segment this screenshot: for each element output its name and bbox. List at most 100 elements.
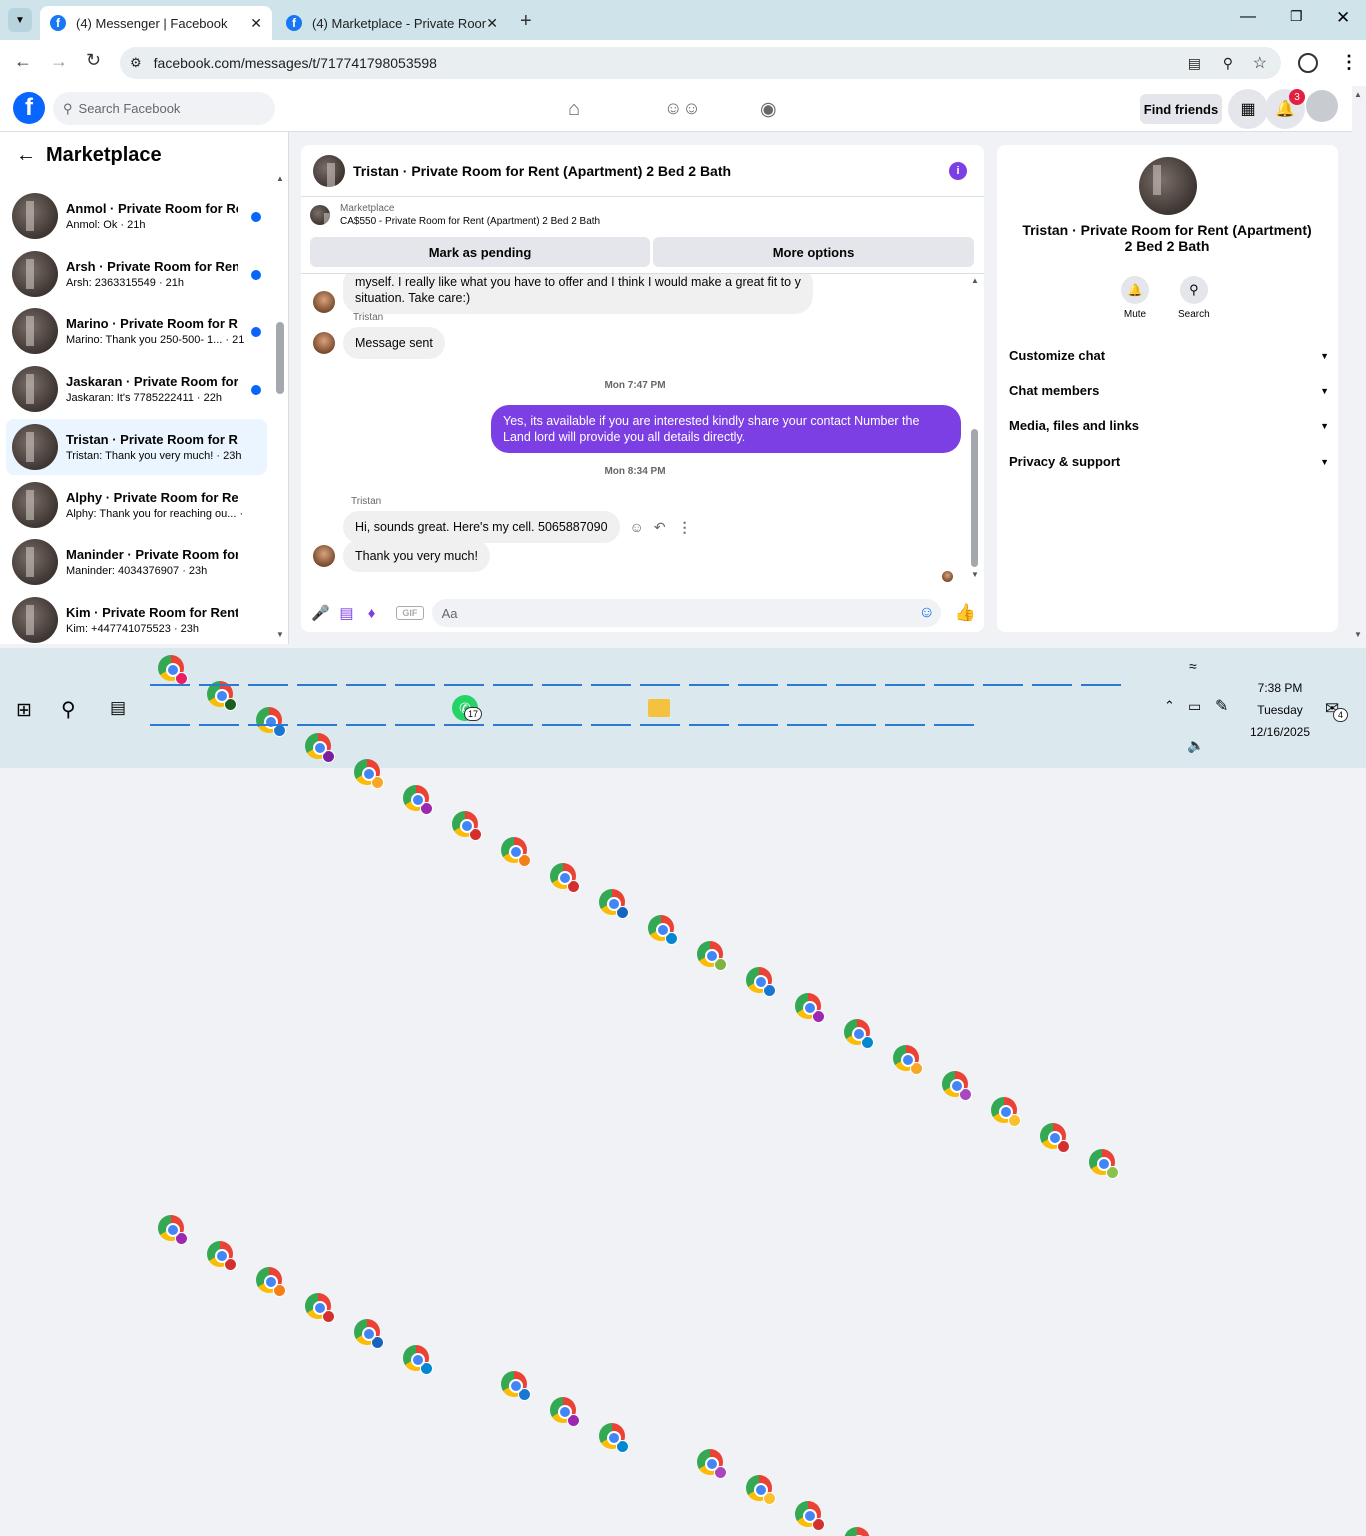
mark-pending-button[interactable]: Mark as pending xyxy=(310,237,650,267)
chrome-profile-icon[interactable] xyxy=(599,1423,629,1453)
chrome-profile-icon[interactable] xyxy=(550,1397,580,1427)
tristan-avatar[interactable] xyxy=(313,545,335,567)
react-icon[interactable]: ☺ xyxy=(630,519,644,535)
chrome-profile-icon[interactable] xyxy=(354,1319,384,1349)
search-icon[interactable]: ⚲ xyxy=(61,697,76,722)
conversation-item[interactable]: Anmol · Private Room for Ren... Anmol: Ok… xyxy=(6,188,267,244)
new-tab-icon[interactable]: + xyxy=(520,10,532,33)
chrome-profile-icon[interactable] xyxy=(795,1501,825,1531)
groups-icon[interactable]: ◉ xyxy=(760,98,777,121)
sticker-icon[interactable]: ♦ xyxy=(368,605,396,622)
message-bubble[interactable]: Hi, sounds great. Here's my cell. 506588… xyxy=(343,511,620,543)
find-friends-button[interactable]: Find friends xyxy=(1140,94,1222,124)
chrome-profile-icon[interactable] xyxy=(158,1215,188,1245)
chrome-profile-icon[interactable] xyxy=(403,1345,433,1375)
chrome-profile-icon[interactable] xyxy=(599,889,629,919)
photo-icon[interactable]: ▤ xyxy=(339,604,367,622)
section-customize-chat[interactable]: Customize chat ▼ xyxy=(1009,348,1329,363)
network-icon[interactable]: ≈ xyxy=(1189,658,1197,674)
message-bubble[interactable]: myself. I really like what you have to o… xyxy=(343,274,813,314)
more-options-button[interactable]: More options xyxy=(653,237,974,267)
clock[interactable]: 7:38 PM Tuesday 12/16/2025 xyxy=(1240,677,1320,743)
chrome-profile-icon[interactable] xyxy=(991,1097,1021,1127)
section-media-files[interactable]: Media, files and links ▼ xyxy=(1009,418,1329,433)
bookmark-star-icon[interactable]: ☆ xyxy=(1253,53,1267,73)
listing-avatar[interactable] xyxy=(313,155,345,187)
section-chat-members[interactable]: Chat members ▼ xyxy=(1009,383,1329,398)
scroll-up-icon[interactable]: ▲ xyxy=(276,174,284,183)
tab-messenger[interactable]: f (4) Messenger | Facebook ✕ xyxy=(40,6,272,40)
reload-icon[interactable]: ↻ xyxy=(86,50,101,71)
site-info-icon[interactable]: ⚙ xyxy=(130,55,142,71)
address-bar[interactable]: ⚙ facebook.com/messages/t/71774179805359… xyxy=(120,47,1281,79)
conversation-item[interactable]: Tristan · Private Room for Rent (... Tris… xyxy=(6,418,267,475)
zoom-icon[interactable]: ⚲ xyxy=(1223,55,1233,72)
chrome-profile-icon[interactable] xyxy=(501,837,531,867)
tristan-avatar[interactable] xyxy=(313,291,335,313)
show-hidden-icons-icon[interactable]: ⌃ xyxy=(1164,698,1175,714)
gif-icon[interactable]: GIF xyxy=(396,606,424,620)
chrome-profile-icon[interactable] xyxy=(844,1019,874,1049)
chrome-profile-icon[interactable] xyxy=(648,915,678,945)
chrome-profile-icon[interactable] xyxy=(697,941,727,971)
chrome-profile-icon[interactable] xyxy=(256,707,286,737)
conversation-avatar[interactable] xyxy=(1139,157,1197,215)
tristan-avatar[interactable] xyxy=(313,332,335,354)
search-input[interactable]: ⚲ Search Facebook xyxy=(53,92,275,125)
scroll-down-icon[interactable]: ▼ xyxy=(971,570,979,579)
account-avatar[interactable] xyxy=(1306,90,1338,122)
scroll-down-icon[interactable]: ▼ xyxy=(276,630,284,639)
chrome-profile-icon[interactable] xyxy=(403,785,433,815)
window-close-icon[interactable]: ✕ xyxy=(1336,8,1350,28)
microphone-icon[interactable]: 🎤 xyxy=(311,604,339,622)
chrome-profile-icon[interactable] xyxy=(354,759,384,789)
message-bubble[interactable]: Thank you very much! xyxy=(343,540,490,572)
chrome-profile-icon[interactable] xyxy=(550,863,580,893)
chrome-profile-icon[interactable] xyxy=(795,993,825,1023)
sidebar-scrollbar-thumb[interactable] xyxy=(276,322,284,394)
listing-banner[interactable]: Marketplace CA$550 - Private Room for Re… xyxy=(310,203,600,227)
chrome-profile-icon[interactable] xyxy=(942,1071,972,1101)
volume-icon[interactable]: 🔈 xyxy=(1187,737,1204,754)
conversation-item[interactable]: Arsh · Private Room for Rent (... Arsh: 2… xyxy=(6,246,267,302)
chrome-profile-icon[interactable] xyxy=(1089,1149,1119,1179)
conversation-item[interactable]: Maninder · Private Room for Re... Maninde… xyxy=(6,534,267,590)
chrome-profile-icon[interactable] xyxy=(844,1527,870,1536)
chrome-profile-icon[interactable] xyxy=(697,1449,727,1479)
scroll-up-icon[interactable]: ▲ xyxy=(971,276,979,285)
message-input[interactable]: Aa ☺ xyxy=(431,599,941,627)
windows-start-icon[interactable]: ⊞ xyxy=(16,699,32,722)
reply-icon[interactable]: ↶ xyxy=(654,519,666,536)
install-app-icon[interactable]: ▤ xyxy=(1188,55,1201,72)
chrome-profile-icon[interactable] xyxy=(746,1475,776,1505)
minimize-icon[interactable]: — xyxy=(1240,8,1256,26)
friends-icon[interactable]: ☺☺ xyxy=(664,98,701,119)
chrome-profile-icon[interactable] xyxy=(1040,1123,1070,1153)
home-icon[interactable]: ⌂ xyxy=(568,98,580,121)
conversation-item[interactable]: Jaskaran · Private Room for R... Jaskaran… xyxy=(6,361,267,417)
message-bubble[interactable]: Message sent xyxy=(343,327,445,359)
tab-search-button[interactable]: ▼ xyxy=(8,8,32,32)
search-button[interactable]: ⚲ Search xyxy=(1178,276,1210,320)
close-icon[interactable]: ✕ xyxy=(250,15,262,32)
profile-icon[interactable] xyxy=(1298,53,1318,73)
more-icon[interactable]: ⋮ xyxy=(678,519,692,536)
chrome-profile-icon[interactable] xyxy=(501,1371,531,1401)
back-icon[interactable]: ← xyxy=(14,51,32,72)
close-icon[interactable]: ✕ xyxy=(486,15,498,32)
menu-grid-button[interactable]: ▦ xyxy=(1228,89,1268,129)
chrome-profile-icon[interactable] xyxy=(158,655,188,685)
info-icon[interactable]: i xyxy=(949,162,967,180)
thread-scrollbar-thumb[interactable] xyxy=(971,429,978,567)
tab-marketplace[interactable]: f (4) Marketplace - Private Room ✕ xyxy=(276,6,508,40)
forward-icon[interactable]: → xyxy=(50,51,68,72)
chrome-profile-icon[interactable] xyxy=(305,1293,335,1323)
section-privacy-support[interactable]: Privacy & support ▼ xyxy=(1009,454,1329,469)
like-icon[interactable]: 👍 xyxy=(955,603,976,623)
task-view-icon[interactable]: ▤ xyxy=(110,698,126,718)
chrome-profile-icon[interactable] xyxy=(893,1045,923,1075)
conversation-item[interactable]: Marino · Private Room for Re... Marino: T… xyxy=(6,303,267,359)
page-scrollbar[interactable]: ▲ ▼ xyxy=(1352,86,1366,646)
chrome-profile-icon[interactable] xyxy=(746,967,776,997)
chrome-profile-icon[interactable] xyxy=(256,1267,286,1297)
